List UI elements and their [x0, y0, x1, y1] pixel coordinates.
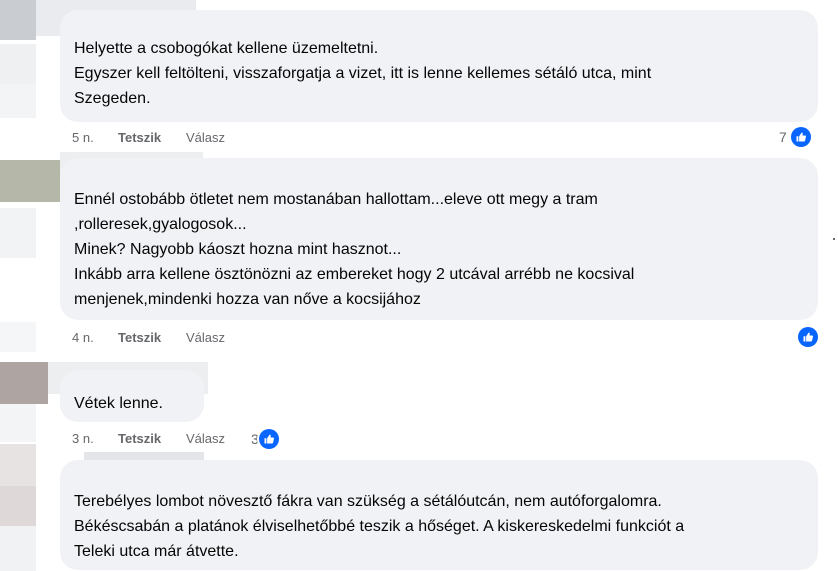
- reply-button[interactable]: Válasz: [186, 130, 225, 145]
- reaction-summary[interactable]: 3: [251, 429, 279, 449]
- reply-button[interactable]: Válasz: [186, 330, 225, 345]
- comment-text: Helyette a csobogókat kellene üzemeltetn…: [74, 40, 652, 107]
- avatar[interactable]: [0, 444, 60, 571]
- comment-bubble: Helyette a csobogókat kellene üzemeltetn…: [60, 10, 818, 122]
- comment-bubble: Terebélyes lombot növesztő fákra van szü…: [60, 460, 818, 570]
- comment-text: Terebélyes lombot növesztő fákra van szü…: [74, 493, 685, 560]
- like-button[interactable]: Tetszik: [118, 130, 161, 145]
- comment-bubble: Vétek lenne.: [60, 370, 204, 422]
- thumbs-up-icon: [258, 429, 279, 449]
- avatar[interactable]: [0, 152, 60, 352]
- thumbs-up-icon: [798, 327, 818, 347]
- comment-text: Vétek lenne.: [74, 395, 163, 412]
- comment-time[interactable]: 5 n.: [72, 130, 94, 145]
- comment-actions: 5 n. Tetszik Válasz: [72, 130, 812, 148]
- reaction-count: 7: [779, 129, 787, 145]
- comment-time[interactable]: 4 n.: [72, 330, 94, 345]
- reaction-summary[interactable]: 7: [779, 127, 811, 147]
- reaction-count: 3: [251, 431, 259, 447]
- thumbs-up-icon: [790, 127, 811, 147]
- comment-actions: 3 n. Tetszik Válasz: [72, 431, 272, 449]
- comment-time[interactable]: 3 n.: [72, 431, 94, 446]
- like-button[interactable]: Tetszik: [118, 330, 161, 345]
- reply-button[interactable]: Válasz: [186, 431, 225, 446]
- comment-bubble: Ennél ostobább ötletet nem mostanában ha…: [60, 158, 818, 320]
- comment-text: Ennél ostobább ötletet nem mostanában ha…: [74, 191, 635, 308]
- comment-actions: 4 n. Tetszik Válasz: [72, 330, 812, 348]
- scroll-dot: [833, 238, 835, 240]
- reaction-summary[interactable]: [794, 327, 818, 347]
- like-button[interactable]: Tetszik: [118, 431, 161, 446]
